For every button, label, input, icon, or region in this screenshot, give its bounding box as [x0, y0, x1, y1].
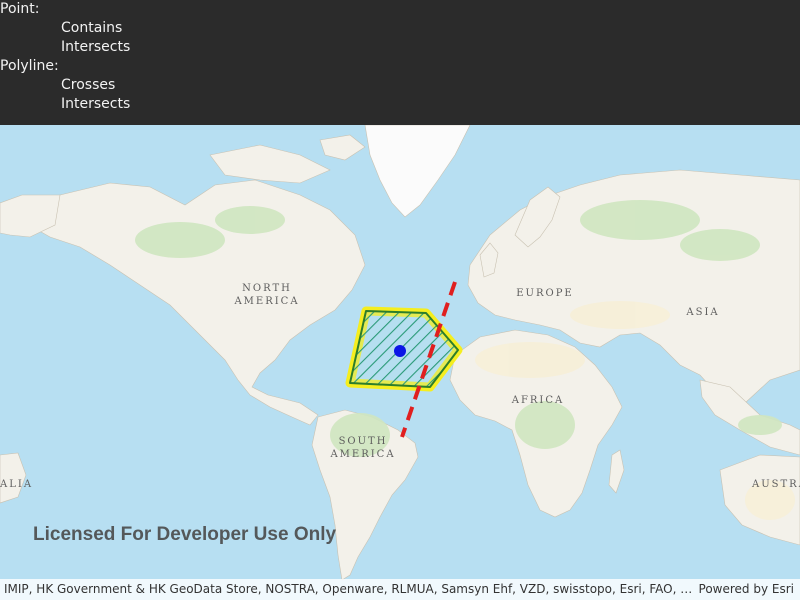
label-australia: AUSTRA	[752, 479, 800, 490]
info-panel: Point: Contains Intersects Polyline: Cro…	[0, 0, 800, 125]
label-america-south: AMERICA	[330, 449, 396, 460]
label-south-america: SOUTH AMERICA	[328, 436, 398, 460]
attribution-bar: IMIP, HK Government & HK GeoData Store, …	[0, 579, 800, 600]
point-relation-contains: Contains	[61, 20, 123, 36]
polyline-label: Polyline:	[0, 58, 59, 74]
map-view[interactable]: NORTH AMERICA SOUTH AMERICA EUROPE ASIA …	[0, 125, 800, 600]
attribution-text[interactable]: IMIP, HK Government & HK GeoData Store, …	[4, 579, 694, 600]
point-label: Point:	[0, 1, 40, 17]
label-north: NORTH	[242, 283, 292, 294]
label-europe: EUROPE	[516, 288, 574, 299]
powered-by-esri[interactable]: Powered by Esri	[699, 579, 794, 600]
label-africa: AFRICA	[511, 395, 565, 406]
developer-watermark: Licensed For Developer Use Only	[33, 524, 337, 545]
point-marker[interactable]	[394, 345, 406, 357]
label-left-edge: ALIA	[0, 479, 34, 490]
polyline-relation-crosses: Crosses	[61, 77, 116, 93]
label-asia: ASIA	[686, 307, 720, 318]
label-north-america: NORTH AMERICA	[232, 283, 302, 307]
label-south: SOUTH	[338, 436, 388, 447]
label-america-north: AMERICA	[234, 296, 300, 307]
point-relation-intersects: Intersects	[61, 39, 131, 55]
polyline-relation-intersects: Intersects	[61, 96, 131, 112]
